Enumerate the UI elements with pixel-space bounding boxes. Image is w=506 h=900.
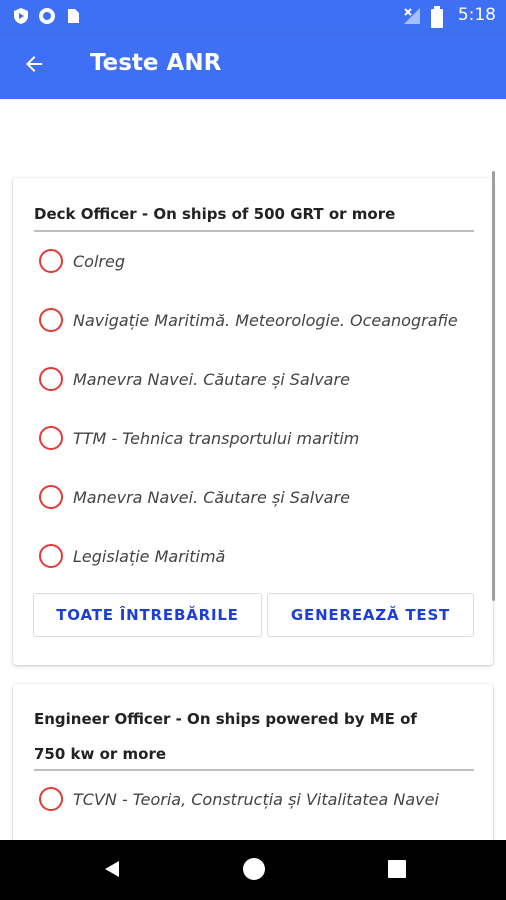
option-label: Manevra Navei. Căutare și Salvare — [73, 487, 350, 507]
scrollbar[interactable] — [492, 171, 495, 601]
radio-option-tcvn[interactable]: TCVN - Teoria, Construcția și Vitalitate… — [39, 779, 473, 819]
generate-test-button[interactable]: GENEREAZĂ TEST — [267, 593, 474, 637]
deck-officer-card: Deck Officer - On ships of 500 GRT or mo… — [13, 178, 493, 665]
radio-option-navigatie[interactable]: Navigație Maritimă. Meteorologie. Oceano… — [39, 300, 473, 340]
status-time: 5:18 — [457, 5, 496, 25]
arrow-left-icon — [22, 52, 46, 80]
card-title-line-2: 750 kw or more — [34, 745, 167, 763]
navigation-bar — [0, 840, 506, 900]
radio-option-colreg[interactable]: Colreg — [39, 241, 473, 281]
radio-option-ttm[interactable]: TTM - Tehnica transportului maritim — [39, 418, 473, 458]
option-label: Navigație Maritimă. Meteorologie. Oceano… — [73, 310, 458, 330]
main-content[interactable]: Deck Officer - On ships of 500 GRT or mo… — [0, 99, 506, 840]
title-divider — [34, 769, 474, 771]
option-label: Manevra Navei. Căutare și Salvare — [73, 369, 350, 389]
page-title: Teste ANR — [90, 50, 222, 76]
no-signal-icon — [402, 6, 420, 24]
option-label: TCVN - Teoria, Construcția și Vitalitate… — [73, 789, 439, 809]
app-bar: Teste ANR — [0, 33, 506, 99]
status-right-icons: 5:18 — [402, 5, 496, 28]
radio-circle-icon[interactable] — [39, 308, 63, 332]
all-questions-button[interactable]: TOATE ÎNTREBĂRILE — [33, 593, 262, 637]
radio-circle-icon[interactable] — [39, 249, 63, 273]
radio-circle-icon[interactable] — [39, 544, 63, 568]
radio-circle-icon[interactable] — [39, 367, 63, 391]
title-divider — [34, 230, 474, 232]
radio-option-manevra-2[interactable]: Manevra Navei. Căutare și Salvare — [39, 477, 473, 517]
option-label: Colreg — [73, 251, 125, 271]
radio-option-manevra[interactable]: Manevra Navei. Căutare și Salvare — [39, 359, 473, 399]
radio-circle-icon[interactable] — [39, 485, 63, 509]
engineer-officer-card: Engineer Officer - On ships powered by M… — [13, 684, 493, 840]
recents-square-icon — [387, 859, 407, 883]
nav-home-button[interactable] — [241, 858, 267, 884]
radio-option-legislatie[interactable]: Legislație Maritimă — [39, 536, 473, 576]
nav-back-button[interactable] — [99, 858, 125, 884]
card-title-line-1: Engineer Officer - On ships powered by M… — [34, 710, 417, 728]
sim-card-icon — [64, 7, 82, 25]
battery-icon — [430, 6, 448, 28]
radio-circle-icon[interactable] — [39, 787, 63, 811]
nav-recents-button[interactable] — [384, 858, 410, 884]
option-label: Legislație Maritimă — [73, 546, 226, 566]
shield-play-icon — [12, 7, 30, 25]
card-title: Engineer Officer - On ships powered by M… — [34, 702, 472, 772]
status-left-icons — [12, 7, 82, 25]
radio-circle-icon[interactable] — [39, 426, 63, 450]
option-label: TTM - Tehnica transportului maritim — [73, 428, 360, 448]
home-circle-icon — [242, 857, 266, 885]
back-button[interactable] — [16, 48, 52, 84]
status-bar: 5:18 — [0, 0, 506, 33]
back-triangle-icon — [101, 858, 123, 884]
record-icon — [38, 7, 56, 25]
card-title: Deck Officer - On ships of 500 GRT or mo… — [34, 205, 396, 223]
